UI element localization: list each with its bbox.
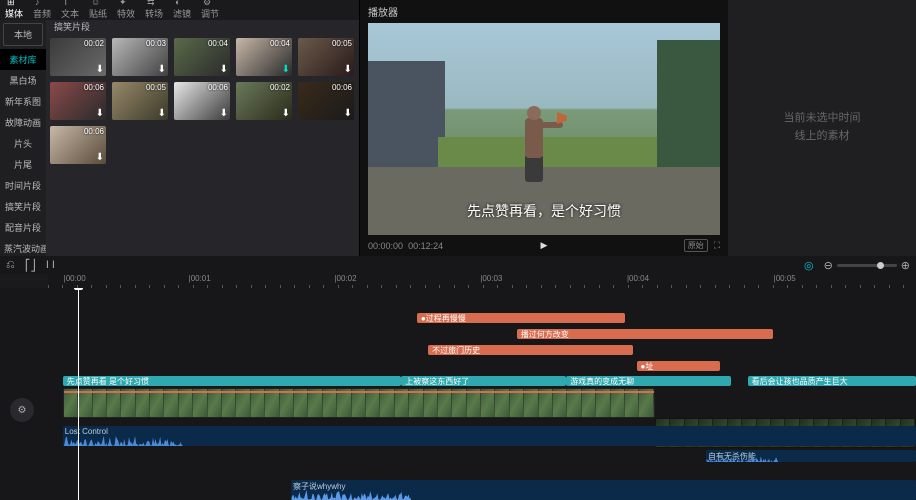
ruler-tick: |00:00: [64, 274, 86, 283]
tab-音频[interactable]: ♪音频: [30, 0, 54, 20]
play-button[interactable]: ▶: [541, 240, 548, 251]
category-sidebar: 本地素材库黑白场新年系图故障动画片头片尾时间片段搞笑片段配音片段蒸汽波动画: [0, 20, 46, 259]
sidebar-item-clip-lib[interactable]: 素材库: [0, 49, 46, 70]
top-tab-bar: ⊞媒体♪音频T文本☺贴纸✦特效⇆转场◐滤镜⚙调节: [0, 0, 359, 20]
clip-thumb[interactable]: 00:04⬇: [236, 38, 292, 76]
timeline-toolbar: ⎌ ⎡⎦ I I ◎ ⊖ ⊕: [0, 256, 916, 274]
text-segment[interactable]: 不过旅门历史: [428, 345, 633, 355]
undo-icon[interactable]: ⎌: [6, 259, 15, 272]
timeline: ⚙ ●过程再慢慢播过何方改变不过旅门历史 ●址先点赞再看 是个好习惯上被察这东西好…: [0, 288, 916, 500]
preview-monitor: 播放器 先点赞再看，是个好习惯 00:00:00 00:12:24 ▶ 原始 ⛶: [359, 0, 728, 256]
tab-滤镜[interactable]: ◐滤镜: [170, 0, 194, 20]
video-segment[interactable]: 最后怀素.mp4 12:15: [63, 388, 655, 418]
text-segment[interactable]: 播过何方改变: [517, 329, 773, 339]
ruler-tick: |00:05: [774, 274, 796, 283]
sidebar-item-dub[interactable]: 配音片段: [0, 217, 46, 238]
media-library: 搞笑片段 00:02⬇00:03⬇00:04⬇00:04⬇00:05⬇00:06…: [46, 20, 359, 259]
inspector-placeholder-line1: 当前未选中时间: [784, 110, 861, 128]
tab-调节[interactable]: ⚙调节: [198, 0, 222, 20]
audio-segment[interactable]: Lost Control: [63, 426, 916, 446]
sidebar-item-fail-anim[interactable]: 故障动画: [0, 112, 46, 133]
tab-特效[interactable]: ✦特效: [114, 0, 138, 20]
sidebar-item-ny-series[interactable]: 新年系图: [0, 91, 46, 112]
track-settings-button[interactable]: ⚙: [10, 398, 34, 422]
zoom-control: ⊖ ⊕: [824, 259, 910, 272]
sidebar-item-black-field[interactable]: 黑白场: [0, 70, 46, 91]
sidebar-item-head[interactable]: 片头: [0, 133, 46, 154]
clip-thumb[interactable]: 00:05⬇: [298, 38, 354, 76]
clip-thumb[interactable]: 00:05⬇: [112, 82, 168, 120]
tab-媒体[interactable]: ⊞媒体: [2, 0, 26, 20]
time-ruler[interactable]: |00:00|00:01|00:02|00:03|00:04|00:05|00:…: [48, 274, 916, 288]
subtitle-segment[interactable]: 先点赞再看 是个好习惯: [63, 376, 402, 386]
split-icon[interactable]: I I: [46, 259, 55, 271]
library-title: 搞笑片段: [54, 20, 90, 33]
tab-转场[interactable]: ⇆转场: [142, 0, 166, 20]
text-segment[interactable]: ●过程再慢慢: [417, 313, 625, 323]
clip-thumb[interactable]: 00:06⬇: [50, 126, 106, 164]
preview-subtitle: 先点赞再看，是个好习惯: [368, 201, 720, 221]
zoom-out-icon[interactable]: ⊖: [824, 259, 833, 272]
audio-segment[interactable]: 察子说whywhy: [291, 480, 916, 500]
ruler-tick: |00:04: [627, 274, 649, 283]
clip-thumb[interactable]: 00:02⬇: [236, 82, 292, 120]
subtitle-segment[interactable]: 上被察这东西好了: [401, 376, 566, 386]
ratio-button[interactable]: 原始: [684, 239, 708, 252]
tab-文本[interactable]: T文本: [58, 0, 82, 20]
subtitle-segment[interactable]: 看后会让孩也品质产生巨大: [748, 376, 916, 386]
clip-thumb[interactable]: 00:06⬇: [298, 82, 354, 120]
clip-thumb[interactable]: 00:04⬇: [174, 38, 230, 76]
inspector-placeholder-line2: 线上的素材: [784, 128, 861, 146]
clip-thumb[interactable]: 00:06⬇: [174, 82, 230, 120]
ruler-tick: |00:02: [334, 274, 356, 283]
ruler-tick: |00:03: [480, 274, 502, 283]
clip-thumb[interactable]: 00:02⬇: [50, 38, 106, 76]
clip-grid: 00:02⬇00:03⬇00:04⬇00:04⬇00:05⬇00:06⬇00:0…: [46, 32, 359, 170]
fullscreen-icon[interactable]: ⛶: [714, 240, 720, 251]
clip-thumb[interactable]: 00:03⬇: [112, 38, 168, 76]
preview-toggle-icon[interactable]: ◎: [804, 259, 814, 272]
subtitle-segment[interactable]: 游戏真的变成无聊: [566, 376, 731, 386]
text-segment[interactable]: ●址: [637, 361, 720, 371]
zoom-slider[interactable]: [837, 264, 897, 267]
monitor-view[interactable]: 先点赞再看，是个好习惯: [368, 23, 720, 235]
tab-贴纸[interactable]: ☺贴纸: [86, 0, 110, 20]
monitor-title: 播放器: [360, 0, 728, 23]
sidebar-item-span[interactable]: 时间片段: [0, 175, 46, 196]
audio-segment[interactable]: 自有无杀伤能: [706, 450, 916, 462]
inspector-panel: 当前未选中时间 线上的素材: [728, 0, 916, 256]
sidebar-item-funny[interactable]: 搞笑片段: [0, 196, 46, 217]
ruler-tick: |00:01: [189, 274, 211, 283]
sidebar-item-tail[interactable]: 片尾: [0, 154, 46, 175]
total-duration: 00:12:24: [408, 241, 443, 251]
cut-icon[interactable]: ⎡⎦: [25, 259, 36, 272]
playhead[interactable]: [78, 288, 79, 500]
sidebar-item-local[interactable]: 本地: [3, 23, 43, 46]
playhead-time: 00:00:00: [368, 241, 403, 251]
zoom-in-icon[interactable]: ⊕: [901, 259, 910, 272]
clip-thumb[interactable]: 00:06⬇: [50, 82, 106, 120]
